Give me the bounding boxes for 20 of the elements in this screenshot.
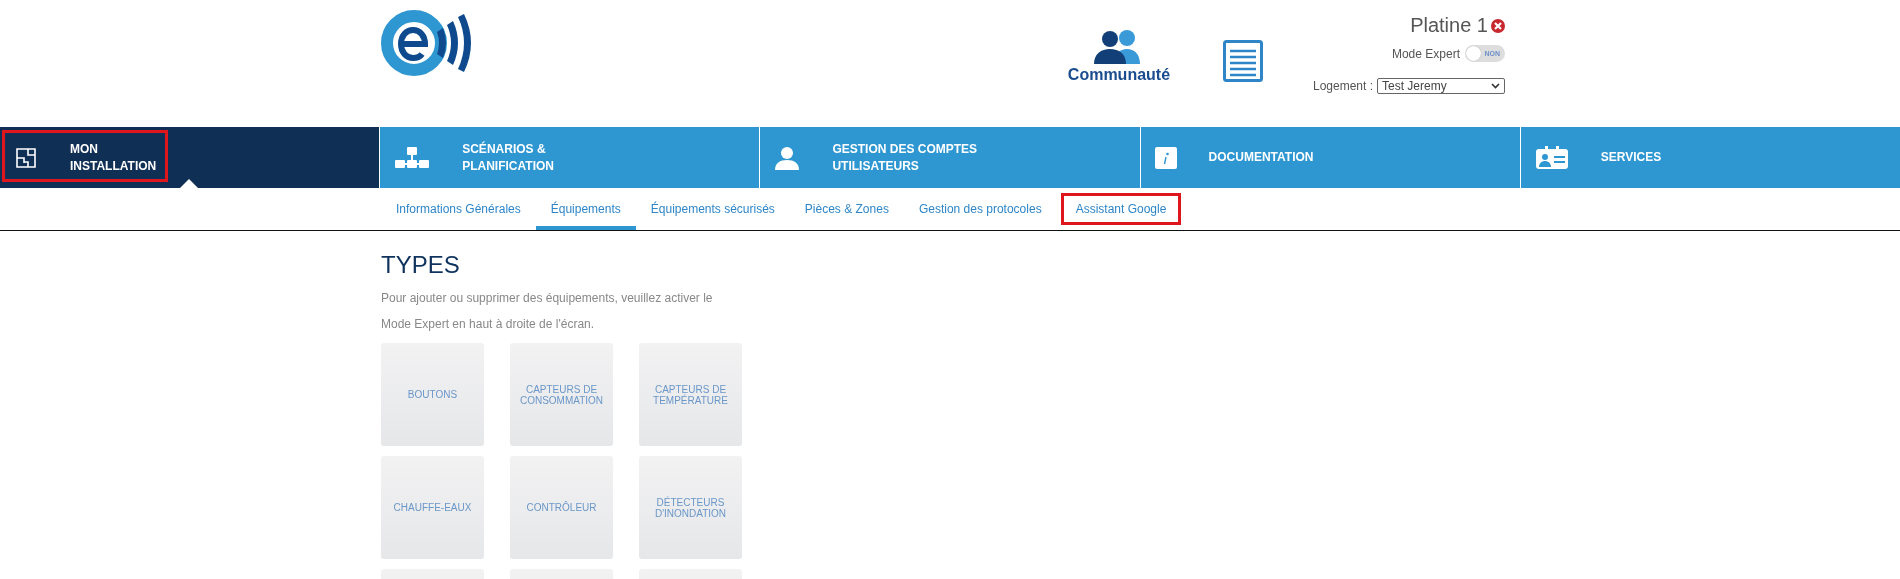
type-tile[interactable]: CONTRÔLEUR (510, 456, 613, 559)
type-tile[interactable]: DÉTECTEURS D'INONDATION (639, 456, 742, 559)
type-tile[interactable]: CHAUFFE-EAUX (381, 456, 484, 559)
sub-tab[interactable]: Assistant Google (1060, 193, 1182, 225)
nav-tab[interactable]: MON INSTALLATION (0, 127, 381, 188)
housing-label: Logement : (1312, 79, 1373, 93)
housing-select[interactable]: Test Jeremy (1377, 78, 1505, 94)
sub-tab[interactable]: Équipements sécurisés (635, 188, 790, 230)
sub-tab[interactable]: Pièces & Zones (789, 188, 904, 230)
type-tile[interactable]: CAPTEURS DE TEMPÉRATURE (639, 343, 742, 446)
expert-mode-label: Mode Expert (1391, 46, 1460, 61)
section-title: TYPES (381, 251, 461, 279)
notice-text: Pour ajouter ou supprimer des équipements, veuillez activer le Mode Expert en haut à droite de l'écran. (381, 290, 714, 333)
community-link[interactable]: Communauté (1067, 66, 1171, 84)
type-tile[interactable]: CAPTEURS DE CONSOMMATION (510, 343, 613, 446)
sub-tab[interactable]: Gestion des protocoles (903, 188, 1057, 230)
sub-tab[interactable]: Équipements (535, 188, 636, 230)
type-tile[interactable]: BOUTONS (381, 343, 484, 446)
sub-tab[interactable]: Informations Générales (381, 188, 536, 230)
site-name: Platine 1 (1410, 14, 1488, 37)
